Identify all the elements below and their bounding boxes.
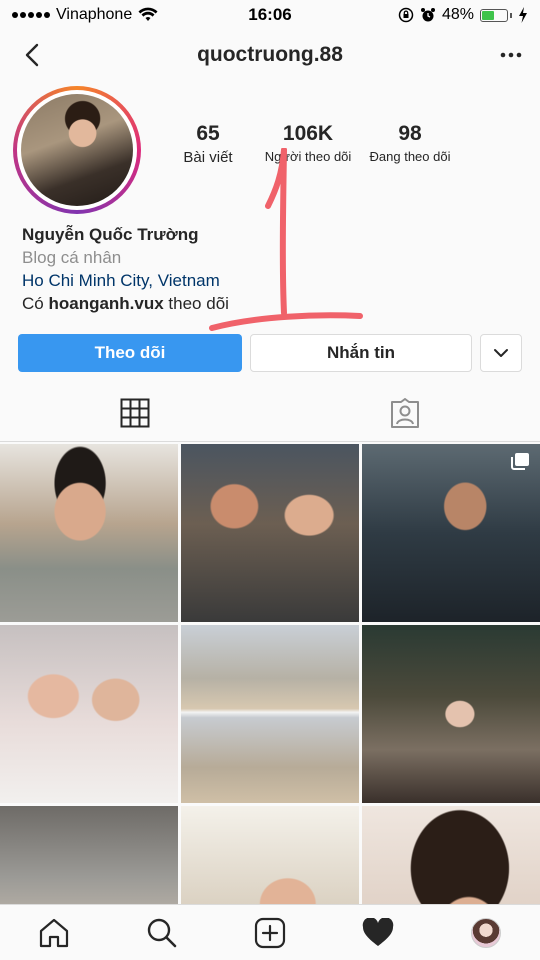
tab-grid[interactable] — [0, 384, 270, 441]
posts-stat[interactable]: 65 Bài viết — [160, 122, 256, 166]
following-label: Đang theo dõi — [369, 149, 451, 164]
post-thumbnail[interactable] — [181, 444, 359, 622]
profile-stats: 65 Bài viết 106K Người theo dõi 98 Đang … — [160, 122, 530, 166]
status-right: 48% — [398, 6, 528, 24]
followed-by-user: hoanganh.vux — [48, 294, 164, 313]
message-button[interactable]: Nhắn tin — [250, 334, 472, 372]
followers-label: Người theo dõi — [264, 149, 352, 164]
followers-stat[interactable]: 106K Người theo dõi — [256, 122, 360, 166]
follow-button[interactable]: Theo dõi — [18, 334, 242, 372]
nav-search[interactable] — [132, 908, 192, 958]
tab-tagged[interactable] — [270, 384, 540, 441]
nav-activity[interactable] — [348, 908, 408, 958]
activity-heart-icon — [362, 917, 394, 946]
grid-icon — [120, 398, 150, 427]
post-thumbnail[interactable] — [0, 625, 178, 803]
back-arrow-icon[interactable] — [18, 40, 48, 70]
chevron-down-icon — [494, 349, 508, 357]
battery-percent: 48% — [441, 6, 474, 23]
post-thumbnail[interactable] — [0, 806, 178, 904]
post-thumbnail[interactable] — [0, 444, 178, 622]
full-name: Nguyễn Quốc Trường — [22, 225, 199, 244]
post-thumbnail[interactable] — [181, 625, 359, 803]
following-stat[interactable]: 98 Đang theo dõi — [360, 122, 460, 166]
post-thumbnail[interactable] — [362, 444, 540, 622]
alarm-icon — [420, 8, 435, 22]
status-left: Vinaphone — [12, 6, 158, 24]
add-post-icon — [254, 917, 286, 948]
following-count: 98 — [398, 122, 422, 145]
profile-actions: Theo dõi Nhắn tin — [18, 334, 522, 372]
charging-icon — [519, 7, 527, 23]
profile-avatar — [21, 94, 133, 206]
battery-icon — [480, 8, 512, 22]
nav-home[interactable] — [24, 908, 84, 958]
followed-by-prefix: Có — [22, 294, 49, 313]
carrier-name: Vinaphone — [56, 6, 133, 23]
bottom-tab-bar — [0, 904, 540, 960]
post-thumbnail[interactable] — [181, 806, 359, 904]
profile-tabs — [0, 384, 540, 442]
story-ring[interactable] — [13, 86, 141, 214]
signal-strength-icon — [12, 12, 50, 18]
nav-profile[interactable] — [456, 908, 516, 958]
posts-count: 65 — [196, 122, 220, 145]
followed-by-suffix: theo dõi — [163, 294, 229, 313]
wifi-icon — [138, 7, 158, 21]
followed-by-text[interactable]: Có hoanganh.vux theo dõi — [22, 292, 522, 315]
tagged-icon — [391, 397, 419, 428]
profile-nav-bar: quoctruong.88 — [0, 30, 540, 80]
followers-count: 106K — [282, 122, 334, 145]
search-icon — [147, 918, 177, 947]
status-bar: Vinaphone 16:06 48% — [0, 0, 540, 30]
profile-avatar — [471, 917, 501, 948]
profile-bio: Nguyễn Quốc Trường Blog cá nhân Ho Chi M… — [22, 223, 522, 315]
rotation-lock-icon — [398, 7, 414, 23]
post-grid — [0, 444, 540, 904]
home-icon — [39, 918, 69, 947]
profile-username: quoctruong.88 — [197, 43, 343, 66]
post-thumbnail[interactable] — [362, 625, 540, 803]
more-options-icon[interactable] — [500, 44, 522, 66]
multiple-photos-icon — [511, 453, 529, 470]
profile-header: 65 Bài viết 106K Người theo dõi 98 Đang … — [0, 86, 540, 216]
post-thumbnail[interactable] — [362, 806, 540, 904]
suggested-accounts-button[interactable] — [480, 334, 522, 372]
category-label: Blog cá nhân — [22, 248, 122, 267]
nav-new-post[interactable] — [240, 908, 300, 958]
posts-label: Bài viết — [183, 149, 233, 166]
location-link[interactable]: Ho Chi Minh City, Vietnam — [22, 269, 522, 292]
